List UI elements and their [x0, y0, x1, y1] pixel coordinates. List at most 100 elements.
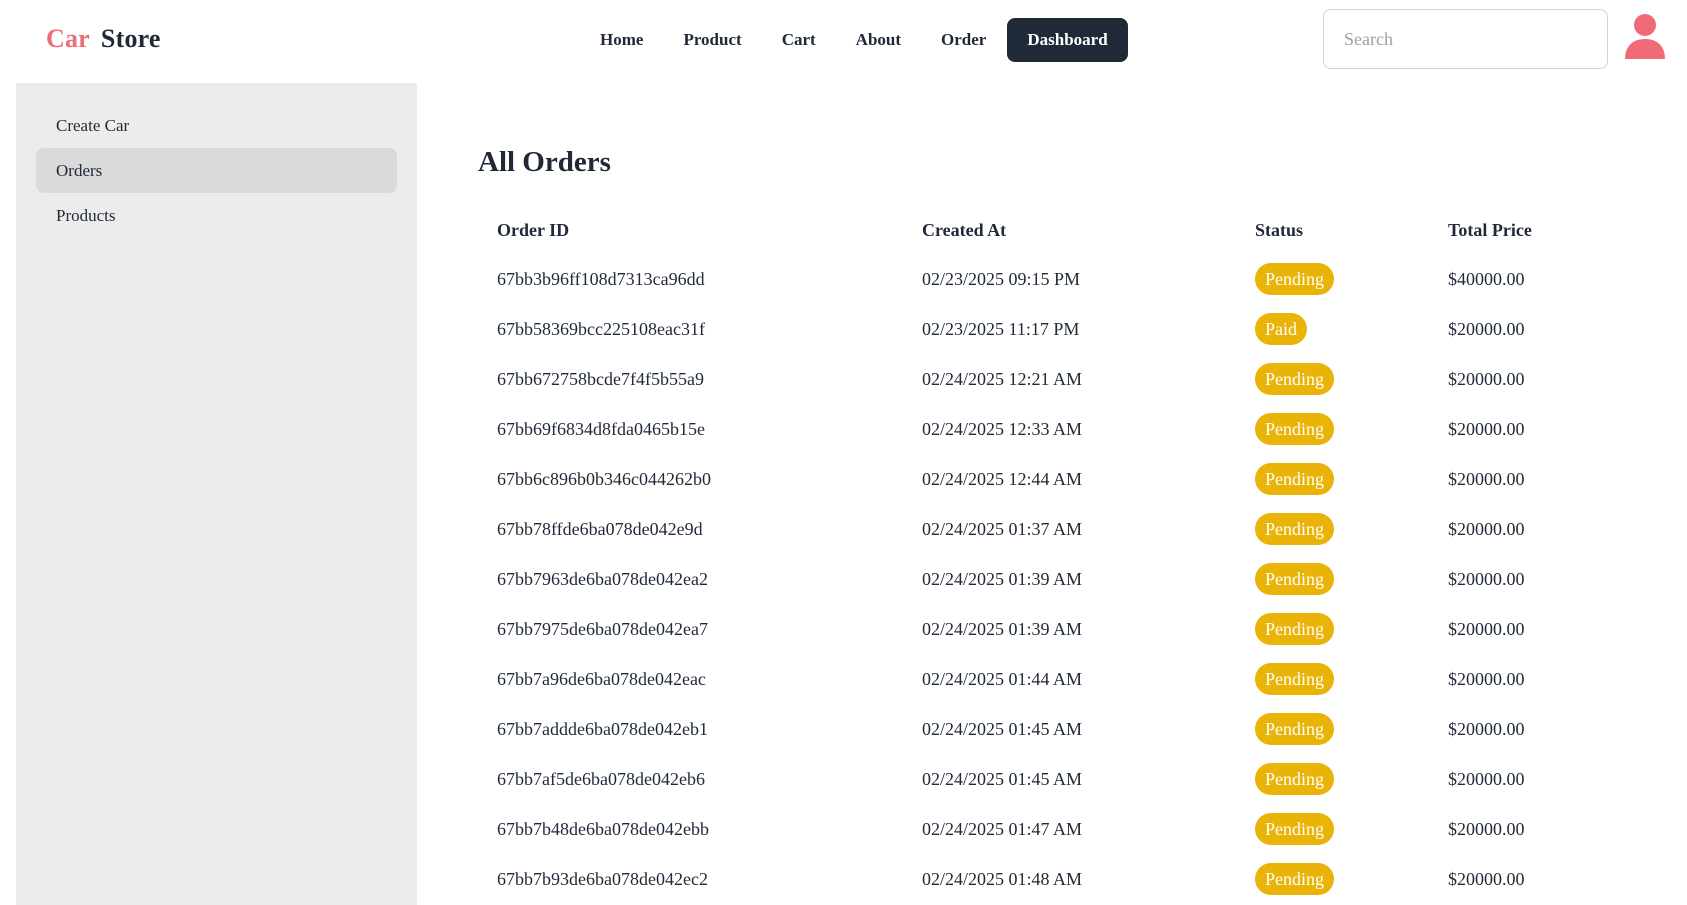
table-row: 67bb78ffde6ba078de042e9d 02/24/2025 01:3…	[478, 504, 1629, 554]
top-nav: Home Product Cart About Order Dashboard	[580, 18, 1128, 62]
order-id-cell: 67bb7af5de6ba078de042eb6	[497, 768, 705, 789]
status-cell: Pending	[1236, 554, 1429, 604]
total-price-cell: $20000.00	[1448, 568, 1525, 589]
status-badge: Paid	[1255, 313, 1308, 345]
created-at-cell: 02/24/2025 01:37 AM	[922, 518, 1083, 539]
order-id-cell: 67bb7975de6ba078de042ea7	[497, 618, 708, 639]
column-header-created-at: Created At	[922, 219, 1007, 240]
total-price-cell: $20000.00	[1448, 868, 1525, 889]
main-content: All Orders Order ID Created At Status To…	[478, 140, 1658, 904]
order-id-cell: 67bb7a96de6ba078de042eac	[497, 668, 706, 689]
status-cell: Pending	[1236, 254, 1429, 304]
status-badge: Pending	[1255, 263, 1335, 295]
total-price-cell: $20000.00	[1448, 418, 1525, 439]
column-header-total-price: Total Price	[1448, 219, 1532, 240]
order-id-cell: 67bb7b48de6ba078de042ebb	[497, 818, 709, 839]
status-badge: Pending	[1255, 713, 1335, 745]
table-row: 67bb3b96ff108d7313ca96dd 02/23/2025 09:1…	[478, 254, 1629, 304]
status-badge: Pending	[1255, 613, 1335, 645]
status-badge: Pending	[1255, 813, 1335, 845]
status-cell: Pending	[1236, 654, 1429, 704]
status-cell: Pending	[1236, 754, 1429, 804]
status-badge: Pending	[1255, 863, 1335, 895]
column-header-status: Status	[1255, 219, 1304, 240]
order-id-cell: 67bb3b96ff108d7313ca96dd	[497, 268, 705, 289]
status-cell: Pending	[1236, 854, 1429, 904]
status-cell: Pending	[1236, 704, 1429, 754]
created-at-cell: 02/24/2025 01:45 AM	[922, 768, 1083, 789]
order-id-cell: 67bb78ffde6ba078de042e9d	[497, 518, 703, 539]
orders-table: Order ID Created At Status Total Price 6…	[478, 206, 1629, 904]
table-row: 67bb7addde6ba078de042eb1 02/24/2025 01:4…	[478, 704, 1629, 754]
created-at-cell: 02/24/2025 01:45 AM	[922, 718, 1083, 739]
status-cell: Paid	[1236, 304, 1429, 354]
created-at-cell: 02/24/2025 01:39 AM	[922, 618, 1083, 639]
order-id-cell: 67bb7addde6ba078de042eb1	[497, 718, 708, 739]
created-at-cell: 02/24/2025 12:33 AM	[922, 418, 1083, 439]
brand-part-car: Car	[46, 24, 90, 53]
status-badge: Pending	[1255, 663, 1335, 695]
page-title: All Orders	[478, 146, 611, 178]
status-badge: Pending	[1255, 763, 1335, 795]
sidebar-item-create-car[interactable]: Create Car	[36, 103, 397, 148]
column-header-order-id: Order ID	[497, 219, 570, 240]
nav-product[interactable]: Product	[663, 18, 761, 62]
user-icon[interactable]	[1623, 13, 1667, 61]
status-cell: Pending	[1236, 404, 1429, 454]
nav-cart[interactable]: Cart	[762, 18, 836, 62]
status-cell: Pending	[1236, 604, 1429, 654]
table-row: 67bb7af5de6ba078de042eb6 02/24/2025 01:4…	[478, 754, 1629, 804]
status-cell: Pending	[1236, 504, 1429, 554]
status-cell: Pending	[1236, 804, 1429, 854]
table-row: 67bb7963de6ba078de042ea2 02/24/2025 01:3…	[478, 554, 1629, 604]
table-header-row: Order ID Created At Status Total Price	[478, 206, 1629, 254]
nav-about[interactable]: About	[836, 18, 921, 62]
order-id-cell: 67bb7b93de6ba078de042ec2	[497, 868, 708, 889]
nav-dashboard[interactable]: Dashboard	[1007, 18, 1128, 62]
total-price-cell: $20000.00	[1448, 718, 1525, 739]
created-at-cell: 02/23/2025 11:17 PM	[922, 318, 1080, 339]
total-price-cell: $20000.00	[1448, 318, 1525, 339]
nav-home[interactable]: Home	[580, 18, 663, 62]
total-price-cell: $20000.00	[1448, 668, 1525, 689]
order-id-cell: 67bb58369bcc225108eac31f	[497, 318, 705, 339]
table-row: 67bb58369bcc225108eac31f 02/23/2025 11:1…	[478, 304, 1629, 354]
status-badge: Pending	[1255, 463, 1335, 495]
total-price-cell: $20000.00	[1448, 368, 1525, 389]
created-at-cell: 02/24/2025 12:21 AM	[922, 368, 1083, 389]
total-price-cell: $20000.00	[1448, 468, 1525, 489]
search-input[interactable]	[1323, 9, 1608, 69]
table-row: 67bb7b93de6ba078de042ec2 02/24/2025 01:4…	[478, 854, 1629, 904]
order-id-cell: 67bb6c896b0b346c044262b0	[497, 468, 711, 489]
table-row: 67bb7a96de6ba078de042eac 02/24/2025 01:4…	[478, 654, 1629, 704]
total-price-cell: $20000.00	[1448, 768, 1525, 789]
table-row: 67bb69f6834d8fda0465b15e 02/24/2025 12:3…	[478, 404, 1629, 454]
status-badge: Pending	[1255, 563, 1335, 595]
table-row: 67bb672758bcde7f4f5b55a9 02/24/2025 12:2…	[478, 354, 1629, 404]
table-row: 67bb6c896b0b346c044262b0 02/24/2025 12:4…	[478, 454, 1629, 504]
status-cell: Pending	[1236, 354, 1429, 404]
nav-order[interactable]: Order	[921, 18, 1006, 62]
order-id-cell: 67bb69f6834d8fda0465b15e	[497, 418, 705, 439]
brand-logo[interactable]: Car Store	[46, 24, 161, 54]
created-at-cell: 02/24/2025 12:44 AM	[922, 468, 1083, 489]
table-row: 67bb7b48de6ba078de042ebb 02/24/2025 01:4…	[478, 804, 1629, 854]
sidebar-item-orders[interactable]: Orders	[36, 148, 397, 193]
created-at-cell: 02/24/2025 01:48 AM	[922, 868, 1083, 889]
total-price-cell: $40000.00	[1448, 268, 1525, 289]
created-at-cell: 02/24/2025 01:39 AM	[922, 568, 1083, 589]
order-id-cell: 67bb672758bcde7f4f5b55a9	[497, 368, 704, 389]
brand-part-store: Store	[100, 24, 161, 53]
total-price-cell: $20000.00	[1448, 818, 1525, 839]
status-badge: Pending	[1255, 363, 1335, 395]
created-at-cell: 02/23/2025 09:15 PM	[922, 268, 1081, 289]
total-price-cell: $20000.00	[1448, 518, 1525, 539]
total-price-cell: $20000.00	[1448, 618, 1525, 639]
status-badge: Pending	[1255, 413, 1335, 445]
status-badge: Pending	[1255, 513, 1335, 545]
sidebar: Create Car Orders Products	[16, 83, 417, 905]
table-row: 67bb7975de6ba078de042ea7 02/24/2025 01:3…	[478, 604, 1629, 654]
sidebar-item-products[interactable]: Products	[36, 193, 397, 238]
status-cell: Pending	[1236, 454, 1429, 504]
created-at-cell: 02/24/2025 01:47 AM	[922, 818, 1083, 839]
